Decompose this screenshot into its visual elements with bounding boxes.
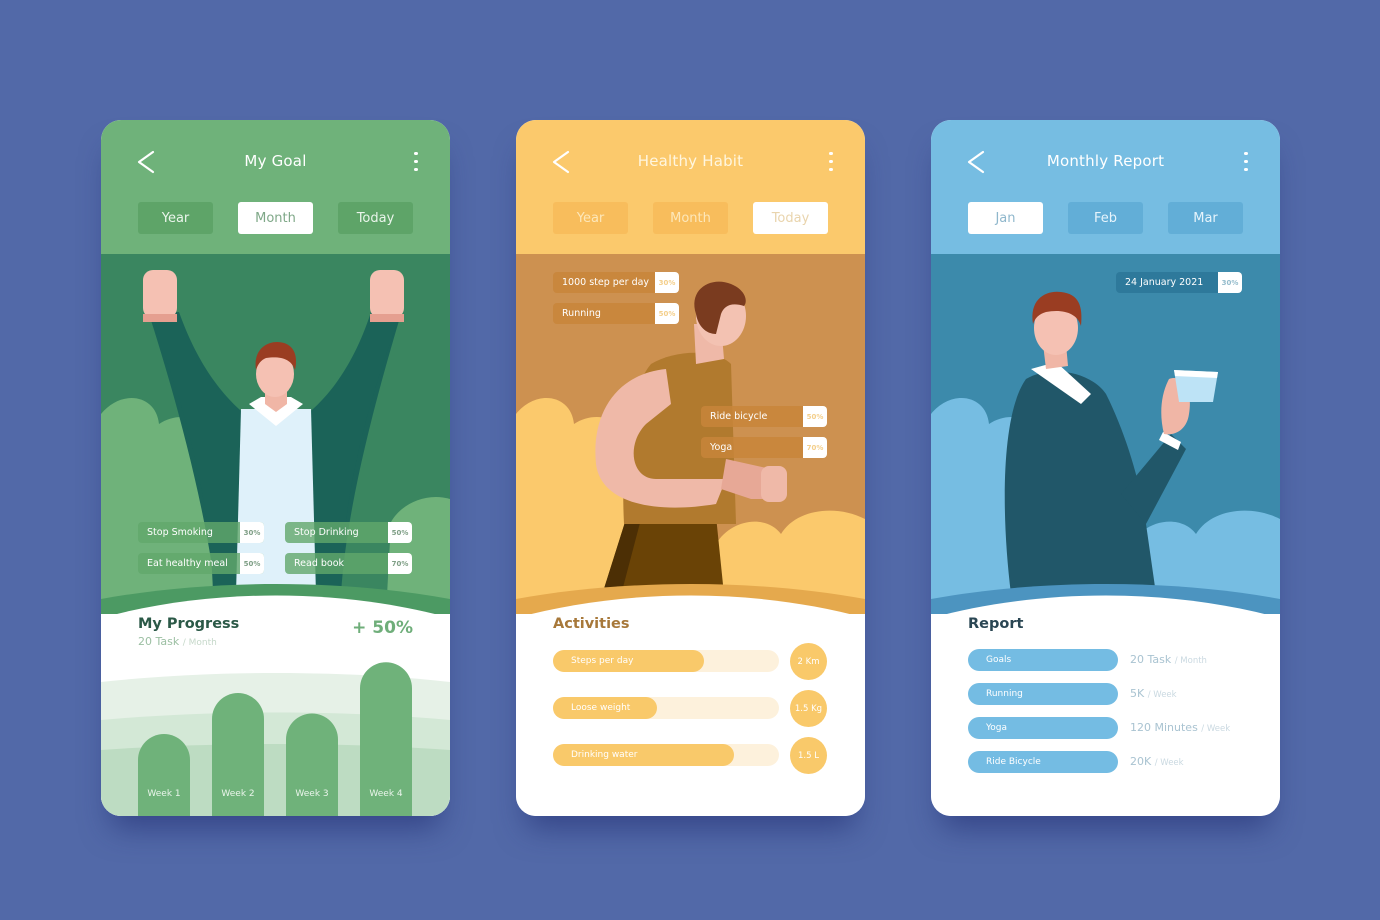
activity-track: Drinking water xyxy=(553,744,779,766)
activity-steps-per-day[interactable]: Steps per day 2 Km xyxy=(553,643,827,680)
bar-label: Week 1 xyxy=(147,789,180,799)
goal-chip-eat-healthy-meal[interactable]: Eat healthy meal 50% xyxy=(138,553,264,574)
activities-title: Activities xyxy=(553,616,630,632)
tab-mar[interactable]: Mar xyxy=(1168,202,1243,234)
report-row-yoga: Yoga 120 Minutes / Week xyxy=(968,717,1258,739)
tab-today[interactable]: Today xyxy=(338,202,413,234)
report-header: Monthly Report Jan Feb Mar xyxy=(931,120,1280,254)
month-tabs: Jan Feb Mar xyxy=(968,202,1243,234)
habit-chip-steps[interactable]: 1000 step per day 30% xyxy=(553,272,679,293)
goal-chip-stop-smoking[interactable]: Stop Smoking 30% xyxy=(138,522,264,543)
tab-year[interactable]: Year xyxy=(553,202,628,234)
report-value: 120 Minutes / Week xyxy=(1130,721,1231,734)
weekly-progress-chart: Week 1 Week 2 Week 3 Week 4 xyxy=(138,662,412,816)
report-row-running: Running 5K / Week xyxy=(968,683,1258,705)
my-goal-screen: My Goal Year Month Today Stop Smoking 30… xyxy=(101,120,450,816)
report-pill[interactable]: Ride Bicycle xyxy=(968,751,1118,773)
bar-label: Week 3 xyxy=(295,789,328,799)
bar-label: Week 2 xyxy=(221,789,254,799)
monthly-report-screen: Monthly Report Jan Feb Mar 24 January 20… xyxy=(931,120,1280,816)
report-row-ride-bicycle: Ride Bicycle 20K / Week xyxy=(968,751,1258,773)
report-date-chip[interactable]: 24 January 2021 30% xyxy=(1116,272,1242,293)
report-pill[interactable]: Yoga xyxy=(968,717,1118,739)
activity-track: Steps per day xyxy=(553,650,779,672)
report-value: 5K / Week xyxy=(1130,687,1177,700)
bar-week-1 xyxy=(138,734,190,816)
habit-chip-yoga[interactable]: Yoga 70% xyxy=(701,437,827,458)
report-pill[interactable]: Goals xyxy=(968,649,1118,671)
habit-chip-ride-bicycle[interactable]: Ride bicycle 50% xyxy=(701,406,827,427)
report-panel: Report Goals 20 Task / Month Running 5K … xyxy=(931,590,1280,816)
habit-header: Healthy Habit Year Month Today xyxy=(516,120,865,254)
page-title: Healthy Habit xyxy=(637,152,744,170)
healthy-habit-screen: Healthy Habit Year Month Today 1000 step… xyxy=(516,120,865,816)
more-vertical-icon[interactable] xyxy=(827,152,835,174)
tab-today[interactable]: Today xyxy=(753,202,828,234)
tab-jan[interactable]: Jan xyxy=(968,202,1043,234)
page-title: Monthly Report xyxy=(1046,152,1165,170)
habit-illustration: 1000 step per day 30% Running 50% Ride b… xyxy=(516,254,865,614)
activities-panel: Activities Steps per day 2 Km Loose weig… xyxy=(516,590,865,816)
bar-week-3 xyxy=(286,713,338,816)
activity-value-badge: 2 Km xyxy=(790,643,827,680)
activity-track: Loose weight xyxy=(553,697,779,719)
report-row-goals: Goals 20 Task / Month xyxy=(968,649,1258,671)
tab-year[interactable]: Year xyxy=(138,202,213,234)
more-vertical-icon[interactable] xyxy=(1242,152,1250,174)
tab-month[interactable]: Month xyxy=(653,202,728,234)
report-pill[interactable]: Running xyxy=(968,683,1118,705)
more-vertical-icon[interactable] xyxy=(412,152,420,174)
tab-feb[interactable]: Feb xyxy=(1068,202,1143,234)
bar-label: Week 4 xyxy=(369,789,403,799)
man-with-glass-illustration xyxy=(931,291,1280,614)
progress-panel: My Progress 20 Task / Month + 50% Week 1… xyxy=(101,590,450,816)
report-illustration: 24 January 2021 30% xyxy=(931,254,1280,614)
goal-chip-read-book[interactable]: Read book 70% xyxy=(285,553,412,574)
period-tabs: Year Month Today xyxy=(138,202,413,234)
period-tabs: Year Month Today xyxy=(553,202,828,234)
goal-header: My Goal Year Month Today xyxy=(101,120,450,254)
activity-value-badge: 1.5 L xyxy=(790,737,827,774)
activity-value-badge: 1.5 Kg xyxy=(790,690,827,727)
activity-loose-weight[interactable]: Loose weight 1.5 Kg xyxy=(553,690,827,727)
activity-drinking-water[interactable]: Drinking water 1.5 L xyxy=(553,737,827,774)
goal-chip-stop-drinking[interactable]: Stop Drinking 50% xyxy=(285,522,412,543)
tab-month[interactable]: Month xyxy=(238,202,313,234)
habit-chip-running[interactable]: Running 50% xyxy=(553,303,679,324)
report-title: Report xyxy=(968,616,1024,632)
goal-illustration: Stop Smoking 30% Stop Drinking 50% Eat h… xyxy=(101,254,450,614)
report-value: 20K / Week xyxy=(1130,755,1184,768)
report-value: 20 Task / Month xyxy=(1130,653,1207,666)
page-title: My Goal xyxy=(244,152,307,170)
